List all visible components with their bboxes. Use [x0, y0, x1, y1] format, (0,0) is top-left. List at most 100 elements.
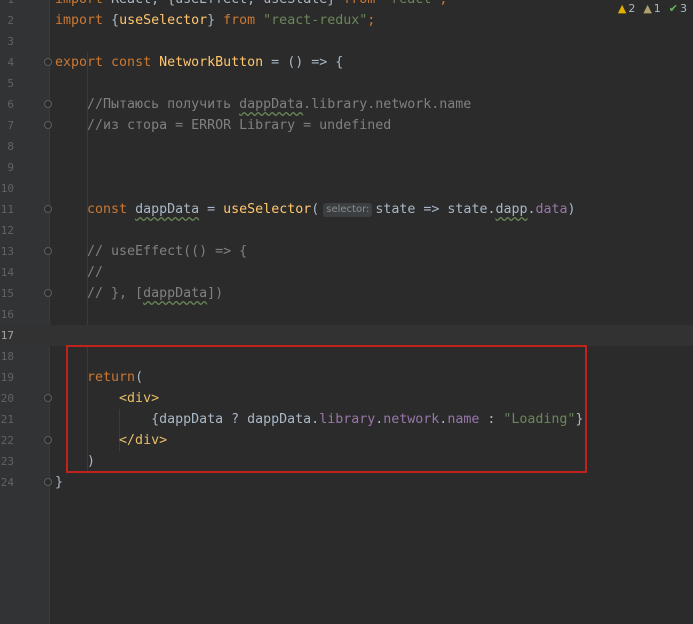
- line-number: 15: [0, 287, 14, 300]
- code-line[interactable]: 8: [0, 136, 693, 157]
- fold-marker-icon[interactable]: [44, 436, 52, 444]
- checkmark-icon: ✔: [668, 1, 678, 15]
- code-token: //из стора = ERROR Library = undefined: [55, 118, 392, 133]
- weak-warning-icon: ▲: [643, 1, 652, 15]
- code-token: ): [567, 202, 576, 217]
- fold-marker-icon[interactable]: [44, 100, 52, 108]
- code-line[interactable]: 16: [0, 304, 693, 325]
- code-line[interactable]: 4 export const NetworkButton = () => {: [0, 52, 693, 73]
- code-line[interactable]: 24}: [0, 472, 693, 493]
- fold-marker-icon[interactable]: [44, 289, 52, 297]
- parameter-hint: selector:: [323, 203, 373, 217]
- warnings-count: 2: [628, 1, 636, 15]
- code-token: data: [535, 202, 568, 217]
- line-number: 2: [7, 14, 14, 27]
- code-token: .: [527, 202, 536, 217]
- line-number: 16: [0, 308, 14, 321]
- code-editor[interactable]: 1 import React, {useEffect, useState} fro…: [0, 0, 693, 624]
- code-token: }: [55, 475, 64, 490]
- code-token: const: [87, 202, 136, 217]
- code-token: dappData: [239, 97, 304, 112]
- code-line[interactable]: 6 //Пытаюсь получить dappData.library.ne…: [0, 94, 693, 115]
- code-token: ]): [207, 286, 224, 301]
- line-number: 8: [7, 140, 14, 153]
- line-number: 23: [0, 455, 14, 468]
- line-number: 7: [7, 119, 14, 132]
- line-number: 5: [7, 77, 14, 90]
- code-token: dapp: [495, 202, 528, 217]
- code-token: // useEffect(() => {: [55, 244, 248, 259]
- code-token: "react-redux": [263, 13, 368, 28]
- code-text: import {useSelector} from "react-redux";: [55, 10, 375, 31]
- code-text: //: [55, 262, 103, 283]
- warnings-indicator[interactable]: ▲ 2: [618, 2, 635, 15]
- code-token: }: [207, 13, 224, 28]
- typos-indicator[interactable]: ✔ 3: [669, 2, 687, 15]
- code-token: React: [111, 0, 151, 7]
- line-number: 14: [0, 266, 14, 279]
- code-token: state => state.: [375, 202, 496, 217]
- fold-marker-icon[interactable]: [44, 247, 52, 255]
- code-token: NetworkButton: [159, 55, 264, 70]
- fold-marker-icon[interactable]: [44, 205, 52, 213]
- line-number: 20: [0, 392, 14, 405]
- code-line[interactable]: 2 import {useSelector} from "react-redux"…: [0, 10, 693, 31]
- code-text: //из стора = ERROR Library = undefined: [55, 115, 391, 136]
- weak-warnings-count: 1: [653, 1, 661, 15]
- code-token: useState: [263, 0, 327, 7]
- line-number: 4: [7, 56, 14, 69]
- code-line[interactable]: 15 // }, [dappData]): [0, 283, 693, 304]
- line-number: 13: [0, 245, 14, 258]
- code-token: useEffect: [175, 0, 247, 7]
- code-line[interactable]: 12: [0, 220, 693, 241]
- code-line[interactable]: 13 // useEffect(() => {: [0, 241, 693, 262]
- code-token: from: [223, 13, 264, 28]
- code-text: const dappData = useSelector(selector: st…: [55, 199, 576, 220]
- code-token: //Пытаюсь получить: [55, 97, 240, 112]
- code-token: "react": [383, 0, 439, 7]
- code-line[interactable]: 3: [0, 31, 693, 52]
- code-text: }: [55, 472, 63, 493]
- line-number: 24: [0, 476, 14, 489]
- line-number: 18: [0, 350, 14, 363]
- code-token: import: [55, 13, 112, 28]
- code-line[interactable]: 14 //: [0, 262, 693, 283]
- fold-marker-icon[interactable]: [44, 478, 52, 486]
- code-token: const: [111, 55, 160, 70]
- code-line[interactable]: 1 import React, {useEffect, useState} fro…: [0, 0, 693, 10]
- code-token: from: [343, 0, 383, 7]
- code-token: {: [111, 13, 120, 28]
- code-line[interactable]: 10: [0, 178, 693, 199]
- code-token: ;: [439, 0, 447, 7]
- code-token: // }, [: [55, 286, 144, 301]
- fold-marker-icon[interactable]: [44, 121, 52, 129]
- line-number: 19: [0, 371, 14, 384]
- code-line[interactable]: 7 //из стора = ERROR Library = undefined: [0, 115, 693, 136]
- highlight-box: [66, 345, 587, 473]
- line-number: 12: [0, 224, 14, 237]
- inspection-widget[interactable]: ▲ 2 ▲ 1 ✔ 3: [613, 0, 693, 16]
- line-number: 10: [0, 182, 14, 195]
- typos-count: 3: [680, 1, 687, 15]
- code-token: =: [199, 202, 224, 217]
- code-token: , {: [151, 0, 175, 7]
- line-number: 1: [0, 0, 14, 10]
- code-line[interactable]: 5: [0, 73, 693, 94]
- code-token: ;: [367, 13, 376, 28]
- weak-warnings-indicator[interactable]: ▲ 1: [643, 2, 660, 15]
- code-line[interactable]: 9: [0, 157, 693, 178]
- code-token: = () => {: [263, 55, 344, 70]
- code-line[interactable]: 17: [0, 325, 693, 346]
- fold-marker-icon[interactable]: [44, 58, 52, 66]
- line-number: 11: [0, 203, 14, 216]
- code-line[interactable]: 11 const dappData = useSelector(selector…: [0, 199, 693, 220]
- line-number: 6: [7, 98, 14, 111]
- line-number: 3: [7, 35, 14, 48]
- line-number: 17: [0, 329, 14, 342]
- fold-marker-icon[interactable]: [44, 394, 52, 402]
- line-number: 9: [7, 161, 14, 174]
- code-text: //Пытаюсь получить dappData.library.netw…: [55, 94, 471, 115]
- code-text: // useEffect(() => {: [55, 241, 247, 262]
- code-text: // }, [dappData]): [55, 283, 223, 304]
